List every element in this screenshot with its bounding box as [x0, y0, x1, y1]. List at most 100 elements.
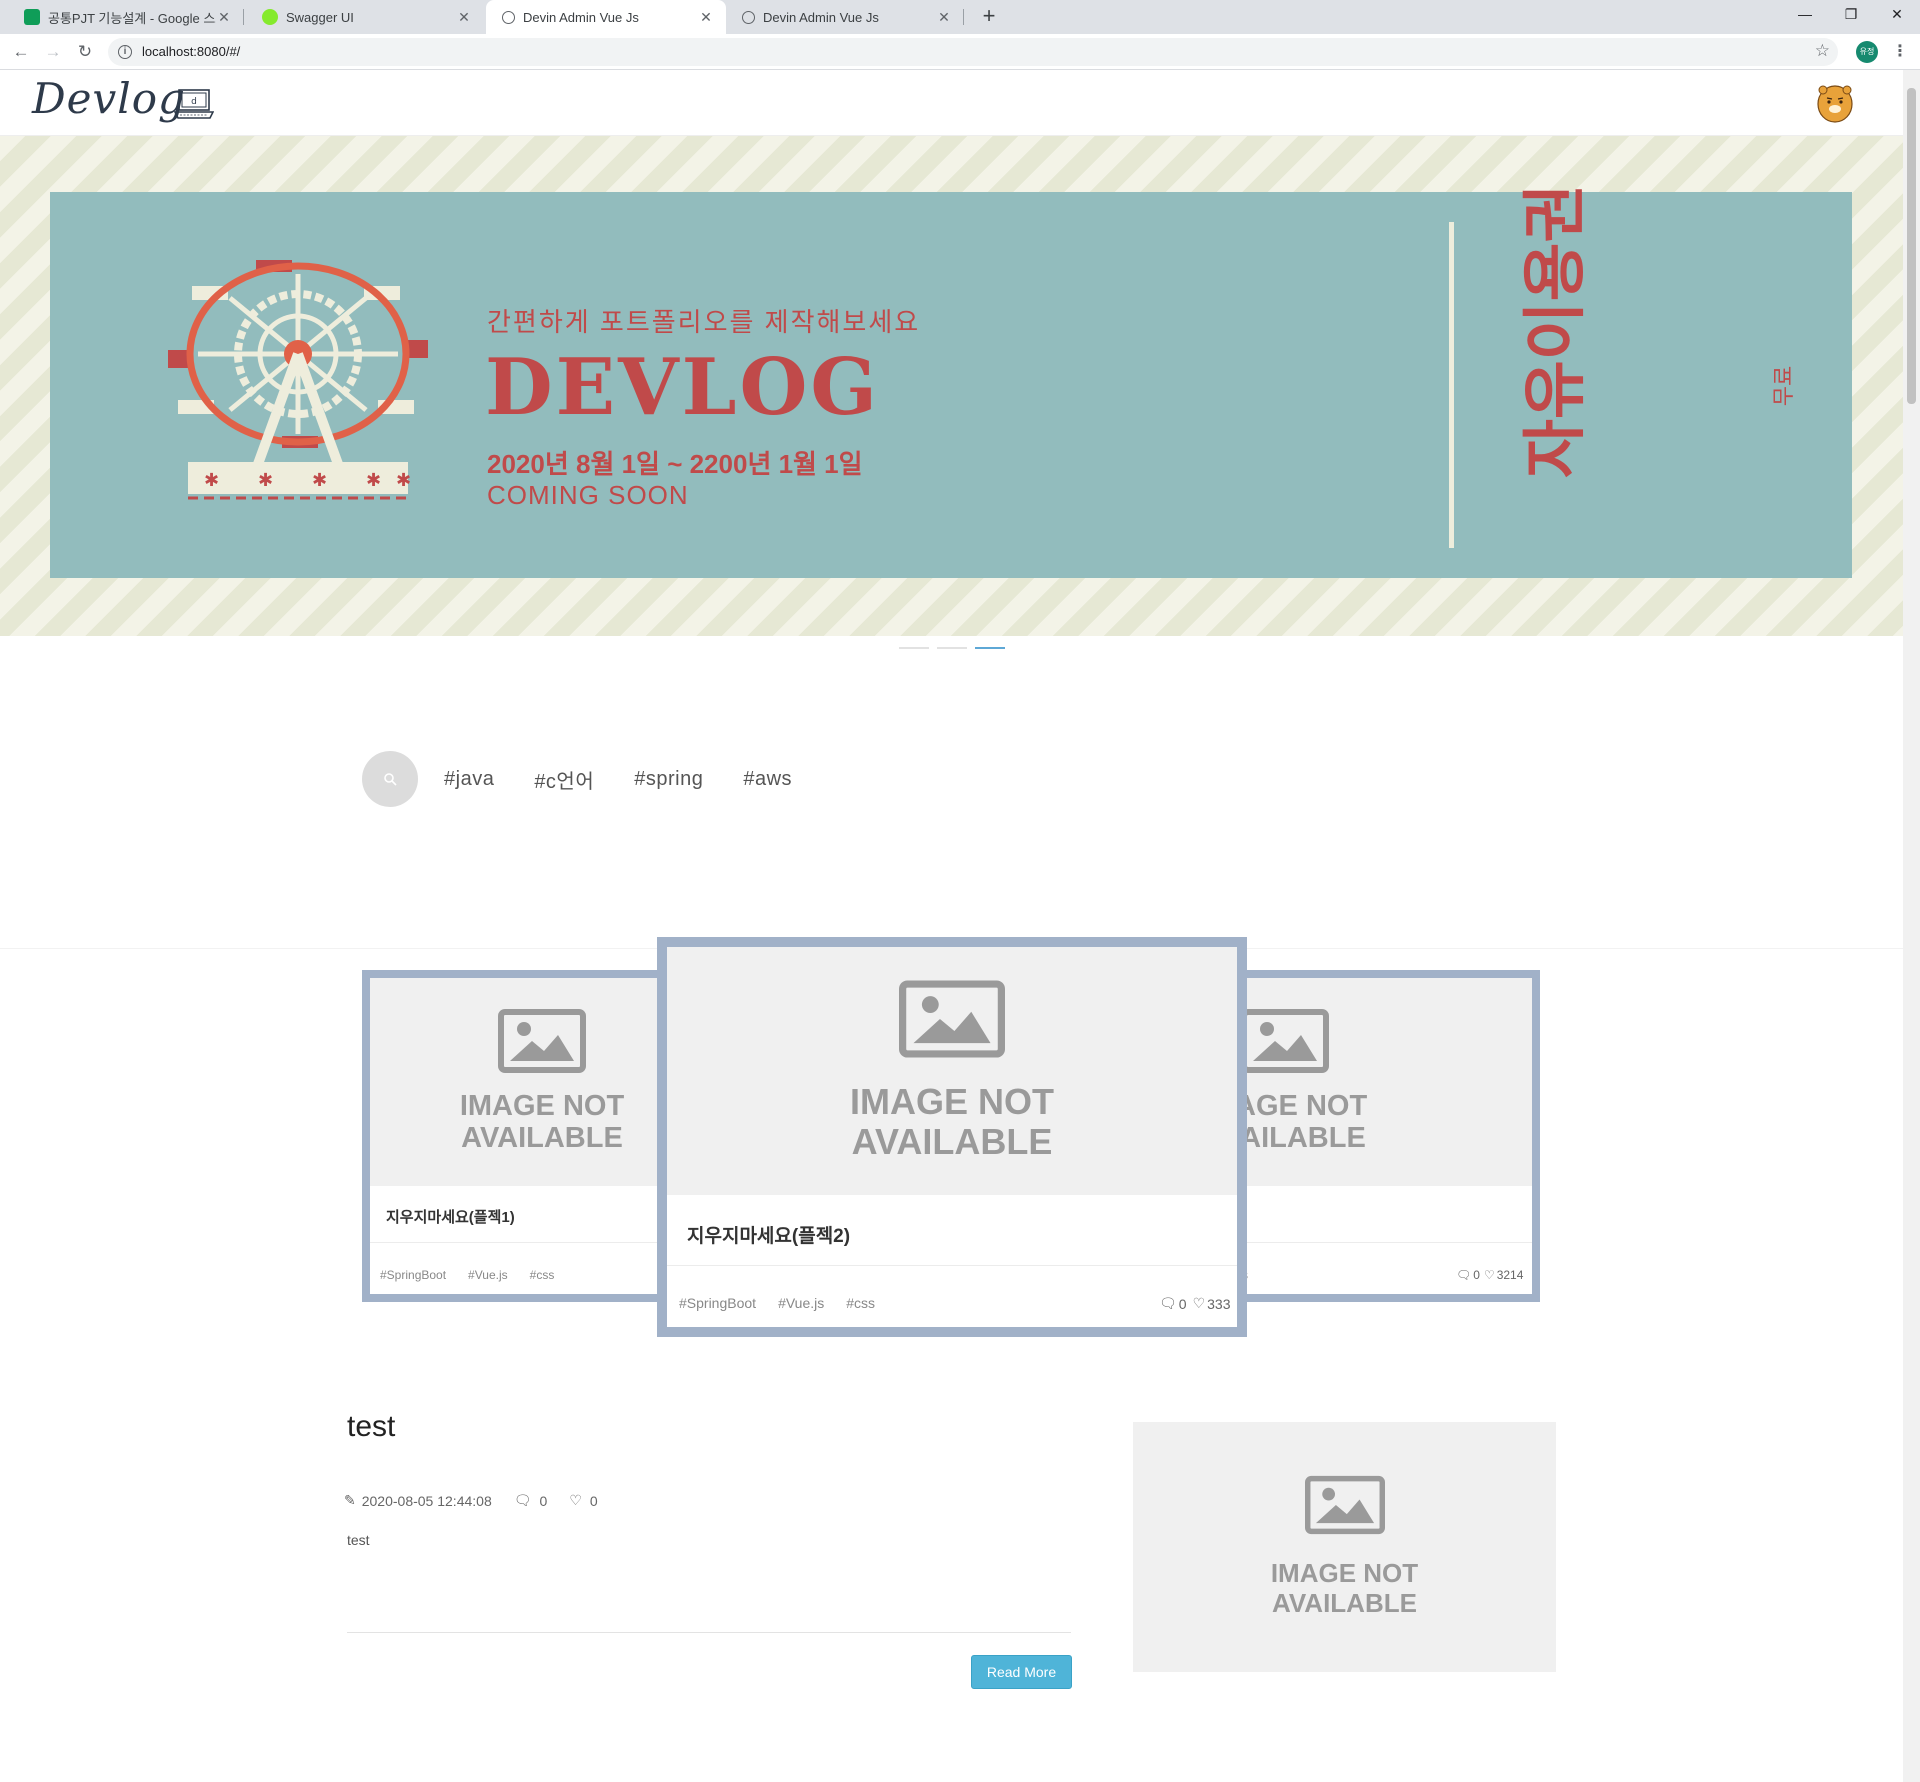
close-icon[interactable]: ✕ [216, 9, 232, 26]
close-icon[interactable]: ✕ [456, 9, 472, 26]
globe-icon [502, 10, 515, 24]
like-count: 333 [1207, 1295, 1231, 1312]
card-tags: #SpringBoot #Vue.js #css [679, 1295, 897, 1311]
post-date-text: 2020-08-05 12:44:08 [361, 1492, 492, 1509]
comment-count: 0 [1178, 1295, 1187, 1312]
tag-filter-row: #java #c언어 #spring #aws [362, 751, 792, 807]
tag-spring[interactable]: #spring [634, 768, 703, 791]
tab-title: Devin Admin Vue Js [523, 9, 639, 25]
forward-button[interactable]: → [41, 40, 65, 64]
placeholder-text-line2: AVAILABLE [851, 1121, 1053, 1162]
browser-menu-icon[interactable]: ⋮ [1888, 40, 1912, 64]
post-image-placeholder: IMAGE NOT AVAILABLE [1133, 1422, 1556, 1672]
post-date: ✎ 2020-08-05 12:44:08 [344, 1492, 492, 1509]
placeholder-text-line1: IMAGE NOT [1270, 1558, 1419, 1589]
read-more-button[interactable]: Read More [971, 1655, 1072, 1689]
image-placeholder-icon [1241, 1009, 1329, 1074]
close-icon[interactable]: ✕ [936, 9, 952, 26]
card-title: 지우지마세요(플젝2) [687, 1226, 851, 1247]
bookmark-star-icon[interactable]: ☆ [1815, 41, 1830, 61]
banner-dot-1[interactable] [899, 647, 929, 649]
card-image-placeholder: IMAGE NOT AVAILABLE [667, 947, 1237, 1195]
card-tag[interactable]: #css [846, 1295, 875, 1311]
svg-text:✱: ✱ [258, 470, 273, 491]
image-placeholder-icon [1304, 1476, 1385, 1535]
page-scrollbar[interactable] [1903, 70, 1920, 1782]
site-header: Devlog d [0, 70, 1903, 136]
site-logo[interactable]: Devlog [32, 74, 186, 123]
card-tag[interactable]: #Vue.js [778, 1295, 824, 1311]
tag-c[interactable]: #c언어 [534, 765, 594, 794]
ticket-sub-text: 무료 [1771, 365, 1797, 407]
browser-tab-2[interactable]: Swagger UI ✕ [246, 0, 484, 34]
back-button[interactable]: ← [9, 40, 33, 64]
card-tag[interactable]: #css [530, 1268, 555, 1282]
tab-title: Devin Admin Vue Js [763, 9, 879, 25]
card-tag[interactable]: #SpringBoot [380, 1268, 446, 1282]
placeholder-text-line2: AVAILABLE [1272, 1588, 1417, 1618]
browser-tab-3[interactable]: Devin Admin Vue Js ✕ [486, 0, 726, 34]
comment-icon: 🗨 [513, 1492, 532, 1508]
post-likes: ♡ 0 [569, 1492, 597, 1509]
post-excerpt: test [347, 1532, 370, 1548]
reload-button[interactable]: ↻ [73, 40, 97, 64]
svg-text:✱: ✱ [396, 470, 411, 491]
laptop-icon: d [174, 89, 214, 119]
window-close-button[interactable]: ✕ [1874, 0, 1920, 30]
card-tag[interactable]: #SpringBoot [679, 1295, 756, 1311]
svg-text:d: d [191, 97, 197, 107]
card-title: 지우지마세요(플젝1) [386, 1209, 515, 1226]
minimize-button[interactable]: — [1782, 0, 1828, 30]
post-divider [347, 1632, 1071, 1633]
page-viewport: Devlog d ✱ ✱ ✱ ✱ ✱ 간편하게 포트폴리오를 제작해보세요 DE… [0, 70, 1920, 1782]
search-button[interactable] [362, 751, 418, 807]
heart-icon: ♡ [1483, 1268, 1495, 1282]
ticket-main-text: 자유이용권 [1519, 183, 1591, 478]
banner-pagination [899, 647, 1005, 649]
search-icon [384, 773, 397, 786]
new-tab-button[interactable]: + [976, 4, 1002, 30]
address-bar[interactable]: i localhost:8080/#/ ☆ [108, 38, 1838, 66]
globe-icon [742, 10, 755, 24]
placeholder-text-line1: IMAGE NOT [459, 1090, 625, 1123]
browser-toolbar: ← → ↻ i localhost:8080/#/ ☆ [0, 34, 1920, 70]
image-placeholder-icon [899, 980, 1005, 1058]
post-title[interactable]: test [347, 1410, 395, 1444]
card-tags: #SpringBoot #Vue.js #css [380, 1268, 576, 1282]
swagger-favicon-icon [262, 9, 278, 25]
browser-tab-4[interactable]: Devin Admin Vue Js ✕ [726, 0, 964, 34]
placeholder-text-line2: AVAILABLE [461, 1122, 623, 1154]
post-comments: 🗨 0 [514, 1492, 548, 1509]
tab-title: 공통PJT 기능설계 - Google 스프 [48, 10, 216, 26]
heart-icon: ♡ [569, 1492, 582, 1508]
like-count: 3214 [1496, 1268, 1524, 1282]
tag-aws[interactable]: #aws [743, 768, 792, 791]
banner-dates: 2020년 8월 1일 ~ 2200년 1월 1일 [487, 449, 863, 479]
card-meta: 🗨 0 ♡ 3214 [1456, 1268, 1523, 1282]
user-avatar-icon[interactable] [1816, 82, 1854, 124]
comment-icon: 🗨 [1456, 1268, 1472, 1282]
browser-tab-1[interactable]: 공통PJT 기능설계 - Google 스프 ✕ [8, 0, 244, 34]
url-text[interactable]: localhost:8080/#/ [142, 44, 240, 59]
browser-tab-bar: 공통PJT 기능설계 - Google 스프 ✕ Swagger UI ✕ De… [0, 0, 1920, 34]
tag-java[interactable]: #java [444, 768, 494, 791]
hero-section: ✱ ✱ ✱ ✱ ✱ 간편하게 포트폴리오를 제작해보세요 DEVLOG 2020… [0, 136, 1903, 636]
comment-icon: 🗨 [1159, 1295, 1177, 1311]
like-count: 0 [589, 1492, 598, 1509]
banner-subtitle: 간편하게 포트폴리오를 제작해보세요 [487, 307, 921, 337]
banner-coming-soon: COMING SOON [487, 480, 689, 510]
card-divider [667, 1265, 1237, 1266]
svg-text:✱: ✱ [366, 470, 381, 491]
banner-dot-2[interactable] [937, 647, 967, 649]
profile-avatar[interactable]: 유정 [1856, 41, 1878, 63]
project-card-center[interactable]: IMAGE NOT AVAILABLE 지우지마세요(플젝2) #SpringB… [657, 937, 1247, 1337]
promo-banner[interactable]: ✱ ✱ ✱ ✱ ✱ 간편하게 포트폴리오를 제작해보세요 DEVLOG 2020… [50, 183, 1852, 578]
restore-button[interactable]: ❐ [1828, 0, 1874, 30]
card-tag[interactable]: #Vue.js [468, 1268, 508, 1282]
info-icon[interactable]: i [118, 45, 132, 59]
close-icon[interactable]: ✕ [698, 9, 714, 26]
ferris-wheel-icon: ✱ ✱ ✱ ✱ ✱ [168, 260, 428, 500]
scrollbar-thumb[interactable] [1907, 88, 1916, 404]
tab-title: Swagger UI [286, 9, 354, 25]
banner-dot-3[interactable] [975, 647, 1005, 649]
